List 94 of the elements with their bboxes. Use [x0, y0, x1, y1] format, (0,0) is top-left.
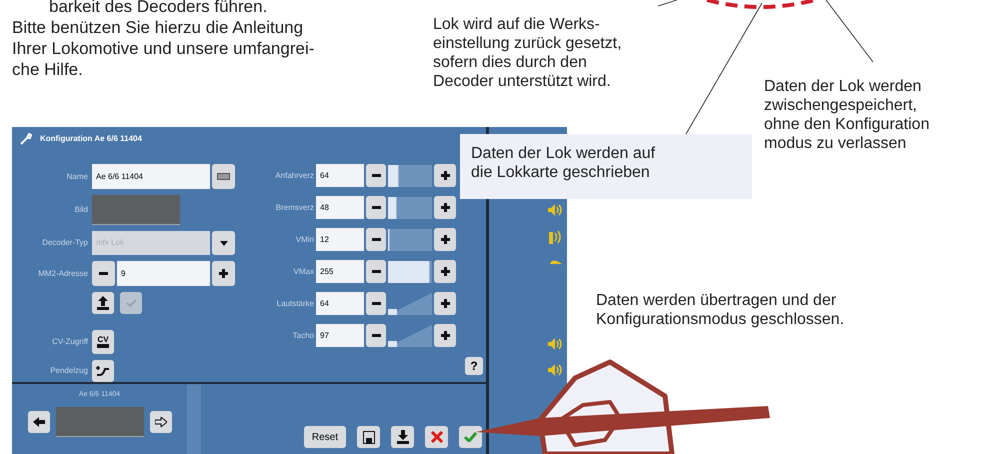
minus-icon	[372, 270, 380, 273]
decrement-button[interactable]	[366, 196, 386, 219]
leader-line	[826, 0, 874, 62]
keyboard-button[interactable]	[212, 164, 235, 189]
scrollbar-track[interactable]	[187, 384, 201, 454]
speaker-icon	[547, 363, 563, 377]
intro-paragraph: Bitte benützen Sie hierzu die Anleitung Ihrer Lokomotive und unsere umfangrei- che Hilfe.	[12, 17, 314, 80]
field-label: MM2-Adresse	[37, 268, 88, 280]
window-title: Konfiguration Ae 6/6 11404	[40, 133, 142, 145]
minus-icon	[372, 238, 380, 241]
close-icon	[430, 431, 442, 443]
speaker-icon	[547, 337, 563, 351]
increment-button[interactable]	[434, 164, 456, 187]
check-icon	[126, 298, 136, 308]
slider-track[interactable]	[388, 292, 432, 314]
value-field[interactable]: 48	[316, 196, 364, 219]
leader-line	[658, 0, 678, 6]
callout-text: Lok wird auf die Werks- einstellung zurück gesetzt, sofern dies durch den Decoder unterstützt wird.	[433, 15, 622, 91]
download-card-icon	[396, 430, 408, 444]
address-field[interactable]: 9	[117, 261, 210, 286]
plus-icon	[440, 171, 450, 180]
increment-button[interactable]	[212, 261, 235, 286]
plus-icon	[440, 203, 450, 212]
help-button[interactable]: ?	[465, 357, 483, 375]
keyboard-icon	[217, 173, 230, 180]
setting-label: VMin	[294, 234, 314, 246]
minus-icon	[372, 206, 380, 209]
upload-card-icon	[97, 296, 109, 310]
setting-label: VMax	[292, 266, 314, 278]
increment-button[interactable]	[434, 196, 456, 219]
accept-button[interactable]	[459, 426, 482, 448]
increment-button[interactable]	[434, 292, 456, 315]
minus-icon	[372, 302, 380, 305]
decrement-button[interactable]	[366, 228, 386, 251]
setting-label: Tacho	[292, 330, 314, 342]
check-icon	[464, 432, 477, 442]
name-field[interactable]: Ae 6/6 11404	[92, 164, 210, 189]
right-arrow-icon	[154, 416, 166, 426]
card-download-button[interactable]	[391, 426, 414, 448]
value-field[interactable]: 97	[316, 324, 364, 347]
plus-icon	[440, 267, 450, 276]
caret-icon	[220, 240, 228, 246]
decrement-button[interactable]	[366, 260, 386, 283]
picture-placeholder[interactable]	[92, 195, 180, 225]
value-field[interactable]: 64	[316, 292, 364, 315]
minus-icon	[372, 334, 380, 337]
decrement-button[interactable]	[366, 324, 386, 347]
speaker-icon	[547, 203, 563, 217]
callout-text: Daten der Lok werden zwischengespeichert, ohne den Konfiguration modus zu verlassen	[764, 77, 930, 153]
previous-button[interactable]	[28, 410, 50, 432]
decrement-button[interactable]	[366, 292, 386, 315]
decrement-button[interactable]	[92, 261, 115, 286]
decrement-button[interactable]	[366, 164, 386, 187]
reset-button[interactable]: Reset	[304, 426, 346, 448]
dropdown-button[interactable]	[212, 231, 235, 255]
track-curve-icon	[96, 365, 110, 377]
card-icon	[97, 344, 109, 348]
value-field[interactable]: 12	[316, 228, 364, 251]
plus-icon	[440, 235, 450, 244]
field-label: Pendelzug	[49, 365, 88, 377]
field-label: Decoder-Typ	[41, 237, 88, 249]
field-label: Name	[66, 170, 88, 182]
floppy-icon	[362, 430, 374, 444]
next-button[interactable]	[150, 410, 172, 432]
slider-track[interactable]	[388, 324, 432, 346]
plus-icon	[440, 299, 450, 308]
field-label: CV-Zugriff	[51, 336, 88, 348]
minus-icon	[99, 272, 108, 275]
callout-box: Daten der Lok werden auf die Lokkarte geschrieben	[460, 134, 752, 199]
slider-track[interactable]	[388, 228, 432, 250]
value-field[interactable]: 64	[316, 164, 364, 187]
wrench-icon	[20, 133, 32, 145]
shuttle-button[interactable]	[92, 360, 114, 382]
slider-track[interactable]	[388, 196, 432, 218]
slider-track[interactable]	[388, 164, 432, 186]
cv-button[interactable]: CV	[92, 330, 114, 354]
horn-icon	[549, 229, 563, 245]
plus-icon	[219, 269, 228, 278]
increment-button[interactable]	[434, 260, 456, 283]
value-field[interactable]: 255	[316, 260, 364, 283]
write-card-button[interactable]	[92, 292, 114, 314]
setting-label: Bremsverz	[274, 202, 314, 214]
increment-button[interactable]	[434, 228, 456, 251]
left-arrow-icon	[32, 416, 44, 426]
setting-label: Anfahrverz	[274, 170, 314, 182]
save-button[interactable]	[357, 426, 380, 448]
cut-text-line: barkeit des Decoders führen.	[49, 0, 268, 16]
cancel-button[interactable]	[425, 426, 448, 448]
setting-label: Lautstärke	[276, 298, 314, 310]
minus-icon	[372, 174, 380, 177]
callout-text: Daten werden übertragen und der Konfigurationsmodus geschlossen.	[596, 291, 844, 329]
plus-icon	[440, 331, 450, 340]
increment-button[interactable]	[434, 324, 456, 347]
field-label: Bild	[74, 204, 88, 216]
